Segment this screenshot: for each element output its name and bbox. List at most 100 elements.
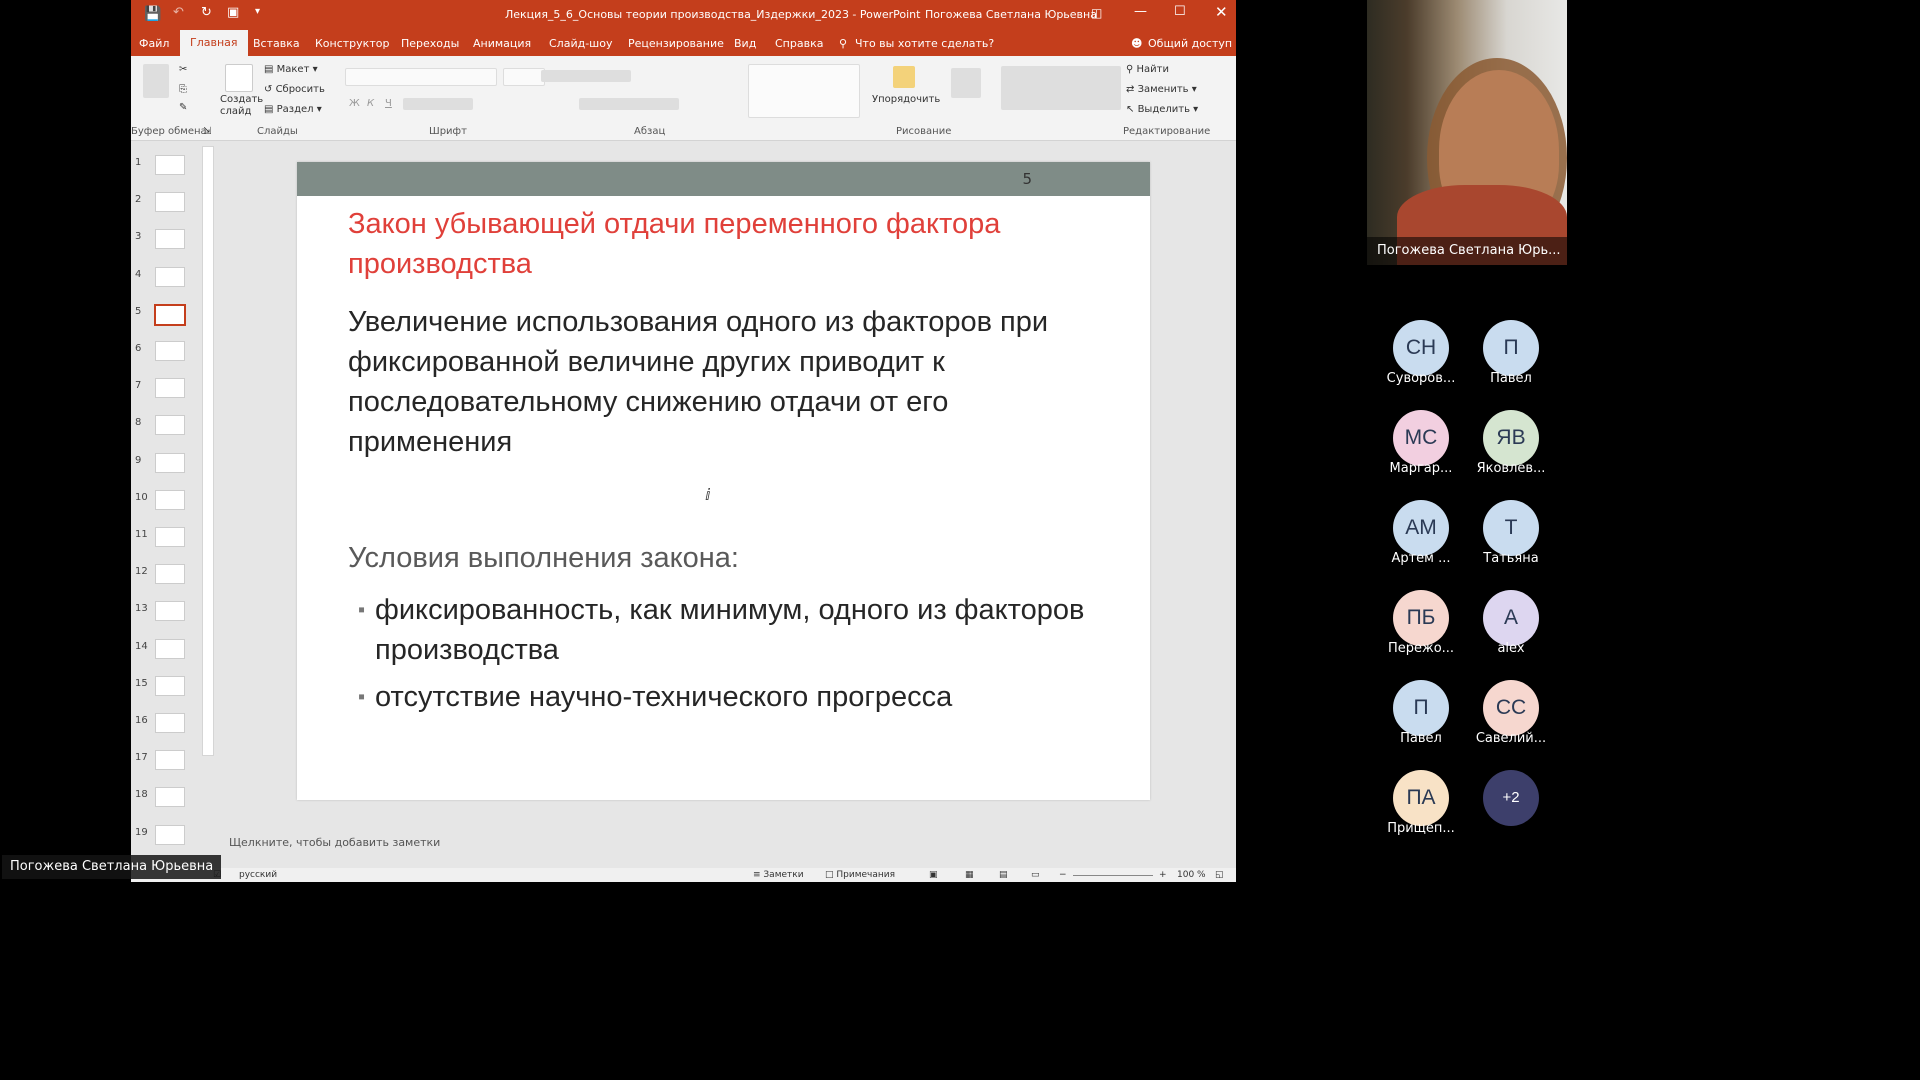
tab-design[interactable]: Конструктор [315, 37, 389, 50]
presenter-video[interactable]: Погожева Светлана Юрь... [1367, 0, 1567, 265]
participant-avatar[interactable]: П [1393, 680, 1449, 736]
reading-view-icon[interactable]: ▤ [999, 870, 1008, 880]
participant-avatar[interactable]: СС [1483, 680, 1539, 736]
comments-button[interactable]: □ Примечания [825, 870, 895, 880]
arrange-icon[interactable] [893, 66, 915, 88]
find-button[interactable]: ⚲ Найти [1126, 64, 1169, 75]
participant-avatar[interactable]: СН [1393, 320, 1449, 376]
save-icon[interactable]: 💾 [144, 6, 161, 22]
slide-thumbnail[interactable] [155, 601, 185, 622]
participant-avatar[interactable]: МС [1393, 410, 1449, 466]
maximize-icon[interactable]: ☐ [1174, 4, 1186, 19]
slide-thumbnail[interactable] [155, 415, 185, 436]
bold-button[interactable]: Ж [349, 98, 360, 109]
participant-avatar[interactable]: АМ [1393, 500, 1449, 556]
font-formatting-tools[interactable] [403, 98, 473, 110]
undo-icon[interactable]: ↶ [173, 5, 184, 20]
slide-thumbnail[interactable] [155, 527, 185, 547]
zoom-out-icon[interactable]: − [1059, 870, 1067, 880]
select-button[interactable]: ↖ Выделить ▾ [1126, 104, 1198, 115]
share-button[interactable]: Общий доступ [1148, 37, 1232, 50]
replace-button[interactable]: ⇄ Заменить ▾ [1126, 84, 1197, 95]
slide-thumbnail[interactable] [155, 266, 185, 287]
tab-view[interactable]: Вид [734, 37, 756, 50]
shape-format-tools[interactable] [1001, 66, 1121, 110]
new-slide-icon[interactable] [225, 64, 253, 92]
slideshow-view-icon[interactable]: ▭ [1031, 870, 1040, 880]
close-icon[interactable]: ✕ [1215, 3, 1228, 21]
participant-avatar[interactable]: ПА [1393, 770, 1449, 826]
slide-thumbnail[interactable] [155, 564, 185, 585]
tab-slideshow[interactable]: Слайд-шоу [549, 37, 612, 50]
slide-thumbnail[interactable] [155, 787, 185, 808]
participant-avatar[interactable]: П [1483, 320, 1539, 376]
slide-thumbnail[interactable] [155, 675, 185, 696]
tell-me-input[interactable]: Что вы хотите сделать? [855, 37, 994, 50]
notes-placeholder[interactable]: Щелкните, чтобы добавить заметки [229, 836, 440, 849]
paragraph-list-tools[interactable] [541, 70, 631, 82]
quick-access-dropdown-icon[interactable]: ▾ [255, 6, 260, 17]
zoom-in-icon[interactable]: + [1159, 870, 1167, 880]
font-name-field[interactable] [345, 68, 497, 86]
slide-thumbnail[interactable] [155, 824, 185, 845]
paste-icon[interactable] [143, 64, 169, 98]
participant-avatar[interactable]: ПБ [1393, 590, 1449, 646]
tab-insert[interactable]: Вставка [253, 37, 300, 50]
user-name[interactable]: Погожева Светлана Юрьевна [925, 8, 1097, 21]
bullet-item[interactable]: ▪ отсутствие научно-технического прогрес… [358, 677, 1095, 717]
start-slideshow-icon[interactable]: ▣ [227, 5, 239, 20]
slide-thumbnail[interactable] [155, 155, 185, 175]
slide-thumbnail[interactable] [155, 638, 185, 659]
tab-animations[interactable]: Анимация [473, 37, 531, 50]
fit-to-window-icon[interactable]: ◱ [1215, 870, 1224, 880]
slide-thumbnail[interactable] [155, 192, 185, 213]
tab-home[interactable]: Главная [180, 30, 248, 56]
ribbon-display-icon[interactable]: ◫ [1091, 6, 1102, 20]
participant-avatar[interactable]: Т [1483, 500, 1539, 556]
slide-thumbnail[interactable] [155, 489, 185, 510]
participant-avatar[interactable]: А [1483, 590, 1539, 646]
share-icon[interactable]: ☻ [1131, 37, 1142, 50]
slide-title[interactable]: Закон убывающей отдачи переменного факто… [348, 204, 1108, 284]
tab-transitions[interactable]: Переходы [401, 37, 459, 50]
slide-thumbnail[interactable] [155, 750, 185, 771]
slide-thumbnail[interactable] [155, 378, 185, 399]
slide-thumbnail[interactable] [155, 452, 185, 473]
participant-avatar[interactable]: ЯВ [1483, 410, 1539, 466]
layout-button[interactable]: ▤ Макет ▾ [264, 64, 318, 75]
slide-thumbnail[interactable] [155, 713, 185, 733]
paragraph-align-tools[interactable] [579, 98, 679, 110]
arrange-button[interactable]: Упорядочить [872, 94, 940, 105]
zoom-level[interactable]: 100 % [1177, 870, 1206, 880]
format-painter-icon[interactable]: ✎ [179, 102, 187, 113]
reset-button[interactable]: ↺ Сбросить [264, 84, 325, 95]
quick-styles-button[interactable] [951, 68, 981, 98]
slide-canvas[interactable]: 5 Закон убывающей отдачи переменного фак… [297, 162, 1150, 800]
new-slide-button[interactable]: Создать слайд [220, 94, 263, 118]
minimize-icon[interactable]: — [1134, 4, 1147, 19]
copy-icon[interactable]: ⎘ [179, 84, 187, 95]
slide-thumbnail[interactable] [154, 303, 186, 326]
more-participants-button[interactable]: +2 [1483, 770, 1539, 826]
slide-sorter-icon[interactable]: ▦ [965, 870, 974, 880]
clipboard-launcher-icon[interactable]: ⇲ [203, 126, 211, 137]
section-button[interactable]: ▤ Раздел ▾ [264, 104, 322, 115]
redo-icon[interactable]: ↻ [201, 5, 212, 20]
notes-button[interactable]: ≡ Заметки [753, 870, 804, 880]
slide-thumbnail[interactable] [155, 341, 185, 361]
language-indicator[interactable]: русский [239, 870, 277, 880]
conditions-heading[interactable]: Условия выполнения закона: [348, 542, 739, 575]
underline-button[interactable]: Ч [385, 98, 392, 109]
shapes-gallery[interactable] [748, 64, 860, 118]
cut-icon[interactable]: ✂ [179, 64, 187, 75]
bullet-item[interactable]: ▪ фиксированность, как минимум, одного и… [358, 590, 1095, 670]
slide-thumbnail[interactable] [155, 229, 185, 250]
italic-button[interactable]: К [367, 98, 374, 109]
tab-review[interactable]: Рецензирование [628, 37, 724, 50]
tab-file[interactable]: Файл [139, 37, 169, 50]
zoom-slider[interactable] [1073, 875, 1153, 876]
normal-view-icon[interactable]: ▣ [929, 870, 938, 880]
slide-body-text[interactable]: Увеличение использования одного из факто… [348, 302, 1118, 462]
font-size-field[interactable] [503, 68, 545, 86]
thumbnail-scrollbar[interactable] [202, 146, 214, 756]
